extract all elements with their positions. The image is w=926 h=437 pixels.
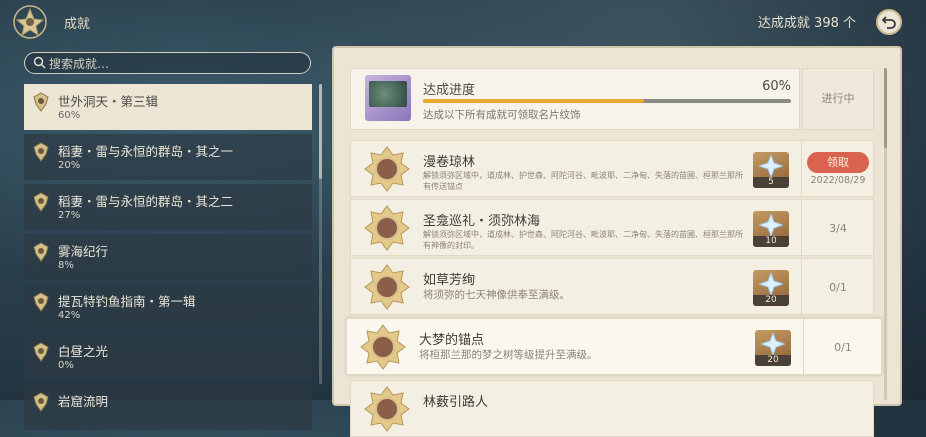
- category-name: 稻妻・雷与永恒的群岛・其之一: [58, 144, 234, 159]
- category-percent: 20%: [58, 160, 81, 171]
- achievement-count: 达成成就 398 个: [757, 16, 856, 31]
- category-item[interactable]: 岩窟流明: [24, 384, 312, 430]
- category-item[interactable]: 稻妻・雷与永恒的群岛・其之一 20%: [24, 134, 312, 180]
- search-icon: [33, 56, 46, 69]
- achievement-progress: 3/4: [829, 222, 847, 235]
- namecard-reward-image: [365, 75, 411, 121]
- achievement-description: 解锁须弥区域中，道成林、护世森、阿陀河谷、毗波耶、二净甸、失落的苗圃、桓那兰那所…: [423, 230, 743, 250]
- category-badge-icon: [33, 192, 49, 212]
- back-button[interactable]: [876, 9, 902, 35]
- achievement-item[interactable]: 林薮引路人: [350, 380, 874, 437]
- achievement-item[interactable]: 漫卷琼林 解锁须弥区域中，道成林、护世森、阿陀河谷、毗波耶、二净甸、失落的苗圃、…: [350, 140, 874, 198]
- progress-card: 达成进度 60% 达成以下所有成就可领取名片纹饰: [350, 68, 800, 130]
- progress-title: 达成进度: [423, 83, 476, 98]
- category-name: 雾海纪行: [58, 244, 109, 259]
- category-list: 世外洞天・第三辑 60% 稻妻・雷与永恒的群岛・其之一 20% 稻妻・雷与永恒的…: [24, 84, 312, 434]
- achievement-medal-icon: [360, 324, 406, 370]
- achievement-scrollbar-thumb[interactable]: [884, 68, 887, 148]
- category-item[interactable]: 雾海纪行 8%: [24, 234, 312, 280]
- category-item[interactable]: 稻妻・雷与永恒的群岛・其之二 27%: [24, 184, 312, 230]
- category-name: 岩窟流明: [58, 394, 109, 409]
- achievement-description: 将桓那兰那的梦之树等级提升至满级。: [419, 349, 598, 361]
- achievement-name: 林薮引路人: [423, 395, 489, 410]
- progress-fill: [423, 99, 644, 103]
- page-title: 成就: [64, 17, 91, 32]
- progress-track: [423, 99, 791, 103]
- achievement-name: 大梦的锚点: [419, 333, 485, 348]
- achievement-progress: 0/1: [829, 281, 847, 294]
- primogem-reward: 20: [753, 270, 789, 306]
- category-item[interactable]: 提瓦特钓鱼指南・第一辑 42%: [24, 284, 312, 330]
- achievement-medal-icon: [364, 264, 410, 310]
- primogem-icon: [759, 155, 783, 177]
- reward-amount: 20: [755, 355, 791, 366]
- achievement-name: 圣龛巡礼・须弥林海: [423, 214, 541, 229]
- header: 成就 达成成就 398 个: [0, 0, 926, 44]
- category-badge-icon: [33, 242, 49, 262]
- category-scrollbar-thumb[interactable]: [319, 84, 322, 179]
- category-percent: 27%: [58, 210, 81, 221]
- category-percent: 0%: [58, 360, 74, 371]
- achievement-item[interactable]: 圣龛巡礼・须弥林海 解锁须弥区域中，道成林、护世森、阿陀河谷、毗波耶、二净甸、失…: [350, 199, 874, 257]
- achievement-progress: 0/1: [834, 341, 852, 354]
- primogem-reward: 5: [753, 152, 789, 188]
- category-item[interactable]: 白昼之光 0%: [24, 334, 312, 380]
- category-badge-icon: [33, 92, 49, 112]
- primogem-icon: [759, 214, 783, 236]
- reward-amount: 10: [753, 236, 789, 247]
- progress-status: 进行中: [802, 68, 874, 130]
- side-handle[interactable]: [905, 95, 910, 140]
- claim-button[interactable]: 领取: [807, 152, 869, 173]
- primogem-icon: [761, 333, 785, 355]
- progress-percent: 60%: [762, 79, 791, 94]
- achievement-emblem-icon: [13, 5, 47, 39]
- back-arrow-icon: [881, 16, 896, 29]
- achievement-description: 将须弥的七天神像供奉至满级。: [423, 289, 570, 301]
- search-box[interactable]: [24, 52, 311, 74]
- divider: [801, 141, 802, 198]
- category-item-selected[interactable]: 世外洞天・第三辑 60%: [24, 84, 312, 130]
- reward-amount: 5: [753, 177, 789, 188]
- achievement-medal-icon: [364, 205, 410, 251]
- category-name: 白昼之光: [58, 344, 109, 359]
- category-name: 稻妻・雷与永恒的群岛・其之二: [58, 194, 234, 209]
- achievement-item[interactable]: 如草芳绚 将须弥的七天神像供奉至满级。 20 0/1: [350, 258, 874, 316]
- category-name: 提瓦特钓鱼指南・第一辑: [58, 294, 196, 309]
- category-badge-icon: [33, 292, 49, 312]
- achievement-description: 解锁须弥区域中，道成林、护世森、阿陀河谷、毗波耶、二净甸、失落的苗圃、桓那兰那所…: [423, 171, 743, 191]
- achievement-name: 漫卷琼林: [423, 155, 476, 170]
- reward-amount: 20: [753, 295, 789, 306]
- primogem-reward: 10: [753, 211, 789, 247]
- category-badge-icon: [33, 342, 49, 362]
- category-badge-icon: [33, 142, 49, 162]
- achievement-name: 如草芳绚: [423, 273, 476, 288]
- category-percent: 60%: [58, 110, 81, 121]
- category-percent: 42%: [58, 310, 81, 321]
- achievement-medal-icon: [364, 146, 410, 192]
- category-name: 世外洞天・第三辑: [58, 94, 159, 109]
- primogem-icon: [759, 273, 783, 295]
- category-percent: 8%: [58, 260, 74, 271]
- primogem-reward: 20: [755, 330, 791, 366]
- achievement-item-highlighted[interactable]: 大梦的锚点 将桓那兰那的梦之树等级提升至满级。 20 0/1: [346, 318, 882, 376]
- category-badge-icon: [33, 392, 49, 412]
- achievement-medal-icon: [364, 386, 410, 432]
- achievement-date: 2022/08/29: [810, 175, 866, 186]
- search-input[interactable]: [47, 54, 301, 74]
- progress-description: 达成以下所有成就可领取名片纹饰: [423, 109, 581, 121]
